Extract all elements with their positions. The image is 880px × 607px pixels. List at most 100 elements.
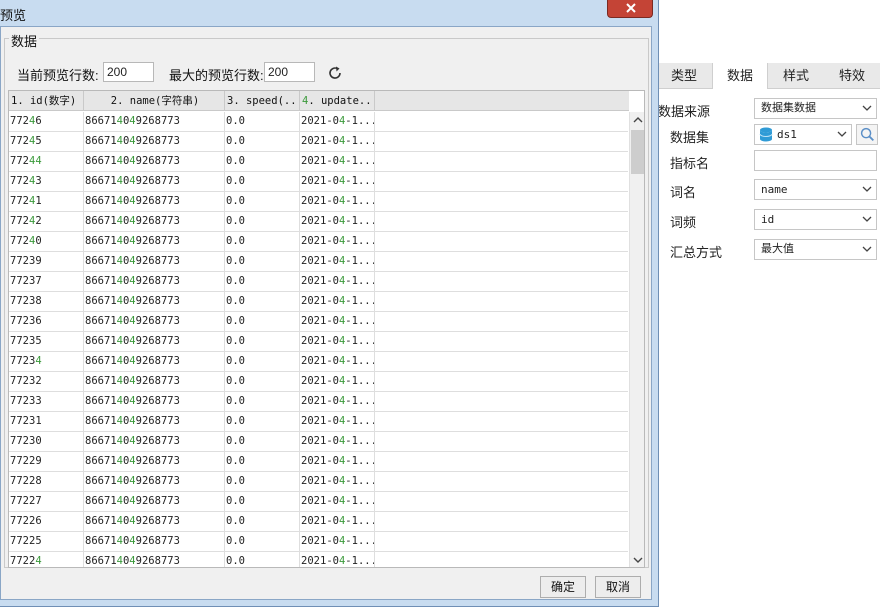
cell-id: 77246	[9, 112, 84, 132]
dataset-search-button[interactable]	[856, 124, 878, 145]
cell-name: 866714049268773	[84, 512, 225, 532]
data-source-label: 数据来源	[658, 104, 711, 119]
cell-filler	[375, 112, 628, 132]
freq-select[interactable]: id	[754, 209, 877, 230]
agg-select[interactable]: 最大值	[754, 239, 877, 260]
metric-label: 指标名	[670, 156, 710, 171]
cell-name: 866714049268773	[84, 252, 225, 272]
table-row[interactable]: 772378667140492687730.02021-04-1...	[9, 272, 628, 292]
cell-filler	[375, 192, 628, 212]
cell-filler	[375, 472, 628, 492]
cell-update: 2021-04-1...	[300, 132, 375, 152]
table-row[interactable]: 772328667140492687730.02021-04-1...	[9, 372, 628, 392]
table-row[interactable]: 772308667140492687730.02021-04-1...	[9, 432, 628, 452]
cell-update: 2021-04-1...	[300, 392, 375, 412]
dialog-titlebar[interactable]: 预览	[0, 0, 658, 26]
cell-filler	[375, 492, 628, 512]
word-value: name	[761, 183, 788, 196]
column-header-speed[interactable]: 3. speed(...	[225, 91, 300, 111]
cell-name: 866714049268773	[84, 552, 225, 567]
table-row[interactable]: 772388667140492687730.02021-04-1...	[9, 292, 628, 312]
cell-filler	[375, 512, 628, 532]
cell-name: 866714049268773	[84, 392, 225, 412]
table-row[interactable]: 772408667140492687730.02021-04-1...	[9, 232, 628, 252]
table-row[interactable]: 772438667140492687730.02021-04-1...	[9, 172, 628, 192]
scroll-down-icon[interactable]	[630, 551, 645, 568]
cell-filler	[375, 452, 628, 472]
dataset-value: ds1	[777, 128, 797, 141]
cell-id: 77230	[9, 432, 84, 452]
column-header-name[interactable]: 2. name(字符串)	[84, 91, 225, 111]
cell-update: 2021-04-1...	[300, 432, 375, 452]
scroll-thumb[interactable]	[631, 130, 644, 174]
table-row[interactable]: 772358667140492687730.02021-04-1...	[9, 332, 628, 352]
cell-update: 2021-04-1...	[300, 112, 375, 132]
table-row[interactable]: 772298667140492687730.02021-04-1...	[9, 452, 628, 472]
cell-update: 2021-04-1...	[300, 192, 375, 212]
cell-id: 77245	[9, 132, 84, 152]
table-row[interactable]: 772468667140492687730.02021-04-1...	[9, 112, 628, 132]
cell-id: 77240	[9, 232, 84, 252]
table-row[interactable]: 772268667140492687730.02021-04-1...	[9, 512, 628, 532]
table-row[interactable]: 772348667140492687730.02021-04-1...	[9, 352, 628, 372]
tab-effects[interactable]: 特效	[824, 63, 880, 89]
freq-value: id	[761, 213, 775, 226]
cell-name: 866714049268773	[84, 432, 225, 452]
dataset-select[interactable]: ds1	[754, 124, 852, 145]
table-row[interactable]: 772428667140492687730.02021-04-1...	[9, 212, 628, 232]
property-panel: 类型 数据 样式 特效 数据来源 数据集数据 数据集 ds1 指标名 词名 na…	[656, 58, 880, 607]
cell-name: 866714049268773	[84, 532, 225, 552]
close-icon	[626, 3, 636, 13]
tab-style[interactable]: 样式	[768, 63, 824, 89]
metric-input[interactable]	[754, 150, 877, 171]
cell-speed: 0.0	[225, 472, 300, 492]
cell-speed: 0.0	[225, 192, 300, 212]
dataset-label: 数据集	[670, 130, 710, 145]
table-row[interactable]: 772258667140492687730.02021-04-1...	[9, 532, 628, 552]
cell-filler	[375, 172, 628, 192]
preview-table: 1. id(数字) 2. name(字符串) 3. speed(... 4. u…	[8, 90, 645, 568]
cell-update: 2021-04-1...	[300, 232, 375, 252]
cell-update: 2021-04-1...	[300, 512, 375, 532]
table-row[interactable]: 772368667140492687730.02021-04-1...	[9, 312, 628, 332]
table-row[interactable]: 772458667140492687730.02021-04-1...	[9, 132, 628, 152]
cancel-button[interactable]: 取消	[595, 576, 641, 598]
cell-speed: 0.0	[225, 312, 300, 332]
cell-id: 77228	[9, 472, 84, 492]
table-row[interactable]: 772448667140492687730.02021-04-1...	[9, 152, 628, 172]
agg-label: 汇总方式	[670, 245, 723, 260]
ok-button[interactable]: 确定	[540, 576, 586, 598]
preview-rows-line: 当前预览行数: 200 最大的预览行数: 200	[17, 62, 417, 84]
scroll-up-icon[interactable]	[630, 112, 645, 129]
close-button[interactable]	[607, 0, 653, 18]
word-select[interactable]: name	[754, 179, 877, 200]
table-row[interactable]: 772288667140492687730.02021-04-1...	[9, 472, 628, 492]
dataset-row: 数据集 ds1	[656, 124, 880, 146]
cell-speed: 0.0	[225, 532, 300, 552]
table-row[interactable]: 772338667140492687730.02021-04-1...	[9, 392, 628, 412]
cell-speed: 0.0	[225, 432, 300, 452]
cell-filler	[375, 532, 628, 552]
tab-data[interactable]: 数据	[712, 63, 768, 89]
current-rows-input[interactable]: 200	[103, 62, 154, 82]
table-row[interactable]: 772398667140492687730.02021-04-1...	[9, 252, 628, 272]
column-header-update[interactable]: 4. update...	[300, 91, 375, 111]
cell-update: 2021-04-1...	[300, 312, 375, 332]
cell-id: 77229	[9, 452, 84, 472]
cell-id: 77242	[9, 212, 84, 232]
refresh-icon[interactable]	[327, 65, 343, 81]
table-row[interactable]: 772418667140492687730.02021-04-1...	[9, 192, 628, 212]
cell-speed: 0.0	[225, 292, 300, 312]
cell-update: 2021-04-1...	[300, 412, 375, 432]
agg-value: 最大值	[761, 243, 794, 255]
vertical-scrollbar[interactable]	[629, 112, 645, 568]
table-row[interactable]: 772278667140492687730.02021-04-1...	[9, 492, 628, 512]
table-row[interactable]: 772318667140492687730.02021-04-1...	[9, 412, 628, 432]
data-source-select[interactable]: 数据集数据	[754, 98, 877, 119]
database-icon	[759, 127, 773, 142]
max-rows-input[interactable]: 200	[264, 62, 315, 82]
cell-filler	[375, 152, 628, 172]
tab-type[interactable]: 类型	[656, 63, 712, 89]
table-row[interactable]: 772248667140492687730.02021-04-1...	[9, 552, 628, 567]
column-header-id[interactable]: 1. id(数字)	[9, 91, 84, 111]
